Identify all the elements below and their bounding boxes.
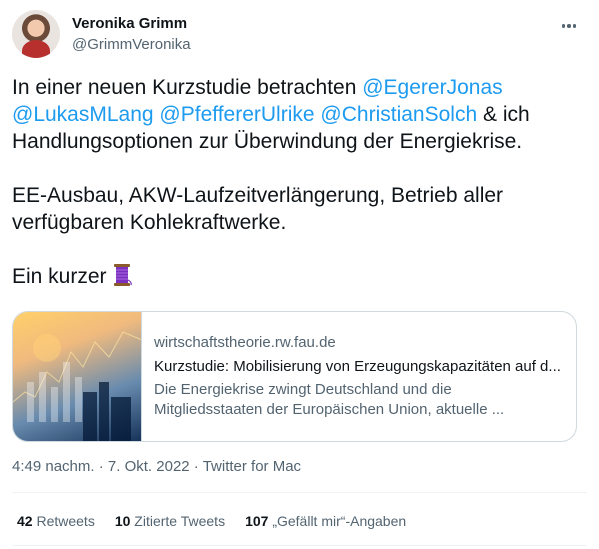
tweet-meta: 4:49 nachm. · 7. Okt. 2022 · Twitter for… [12, 458, 301, 475]
tweet-para2-line1: EE-Ausbau, AKW-Laufzeitverlängerung, Bet… [12, 184, 504, 207]
card-body: wirtschaftstheorie.rw.fau.de Kurzstudie:… [142, 312, 576, 441]
energy-chart-image [13, 331, 141, 441]
retweets-count: 42 [17, 513, 33, 529]
tweet-source[interactable]: Twitter for Mac [203, 458, 301, 475]
likes-count: 107 [245, 513, 269, 529]
card-domain: wirtschaftstheorie.rw.fau.de [154, 334, 336, 351]
more-options-icon[interactable] [559, 16, 579, 36]
tweet-text-segment: & ich [477, 103, 530, 126]
avatar[interactable] [12, 10, 60, 58]
tweet-line-2: @LukasMLang @PfeffererUlrike @ChristianS… [12, 101, 587, 128]
tweet-line-3: Handlungsoptionen zur Überwindung der En… [12, 130, 523, 153]
tweet-text: In einer neuen Kurzstudie betrachten @Eg… [12, 74, 587, 290]
likes-label: „Gefällt mir“-Angaben [268, 513, 407, 529]
link-preview-card[interactable]: wirtschaftstheorie.rw.fau.de Kurzstudie:… [12, 311, 577, 442]
retweets-stat[interactable]: 42 Retweets [17, 513, 95, 529]
card-description-line: Mitgliedsstaaten der Europäischen Union,… [154, 401, 505, 418]
divider [12, 545, 587, 546]
tweet-para2-line2: verfügbaren Kohlekraftwerke. [12, 211, 287, 234]
tweet-date[interactable]: 7. Okt. 2022 [108, 458, 190, 475]
card-title: Kurzstudie: Mobilisierung von Erzeugungs… [154, 358, 561, 375]
thread-spool-icon [113, 264, 132, 286]
mention-christiansolch[interactable]: @ChristianSolch [320, 103, 477, 126]
tweet-time[interactable]: 4:49 nachm. [12, 458, 95, 475]
likes-stat[interactable]: 107 „Gefällt mir“-Angaben [245, 513, 406, 529]
divider [12, 492, 587, 493]
author-name[interactable]: Veronika Grimm [72, 15, 187, 32]
quote-tweets-stat[interactable]: 10 Zitierte Tweets [115, 513, 225, 529]
card-thumbnail [13, 312, 142, 441]
tweet-para3: Ein kurzer [12, 263, 587, 290]
author-handle[interactable]: @GrimmVeronika [72, 36, 191, 53]
mention-lukasmlang[interactable]: @LukasMLang [12, 103, 154, 126]
meta-separator: · [189, 458, 203, 475]
mention-egererjonas[interactable]: @EgererJonas [362, 76, 502, 99]
card-description: Die Energiekrise zwingt Deutschland und … [154, 380, 564, 420]
tweet-line-1: In einer neuen Kurzstudie betrachten @Eg… [12, 74, 587, 101]
card-description-line: Die Energiekrise zwingt Deutschland und … [154, 381, 452, 398]
tweet-text-segment: In einer neuen Kurzstudie betrachten [12, 76, 363, 99]
meta-separator: · [94, 458, 108, 475]
quote-tweets-count: 10 [114, 513, 131, 529]
tweet-stats: 42 Retweets 10 Zitierte Tweets 107 „Gefä… [17, 513, 406, 529]
tweet-header: Veronika Grimm @GrimmVeronika [12, 10, 587, 60]
mention-pfeffererulrike[interactable]: @PfeffererUlrike [159, 103, 314, 126]
quote-tweets-label: Zitierte Tweets [130, 513, 226, 529]
tweet-text-segment: Ein kurzer [12, 265, 107, 288]
retweets-label: Retweets [32, 513, 95, 529]
